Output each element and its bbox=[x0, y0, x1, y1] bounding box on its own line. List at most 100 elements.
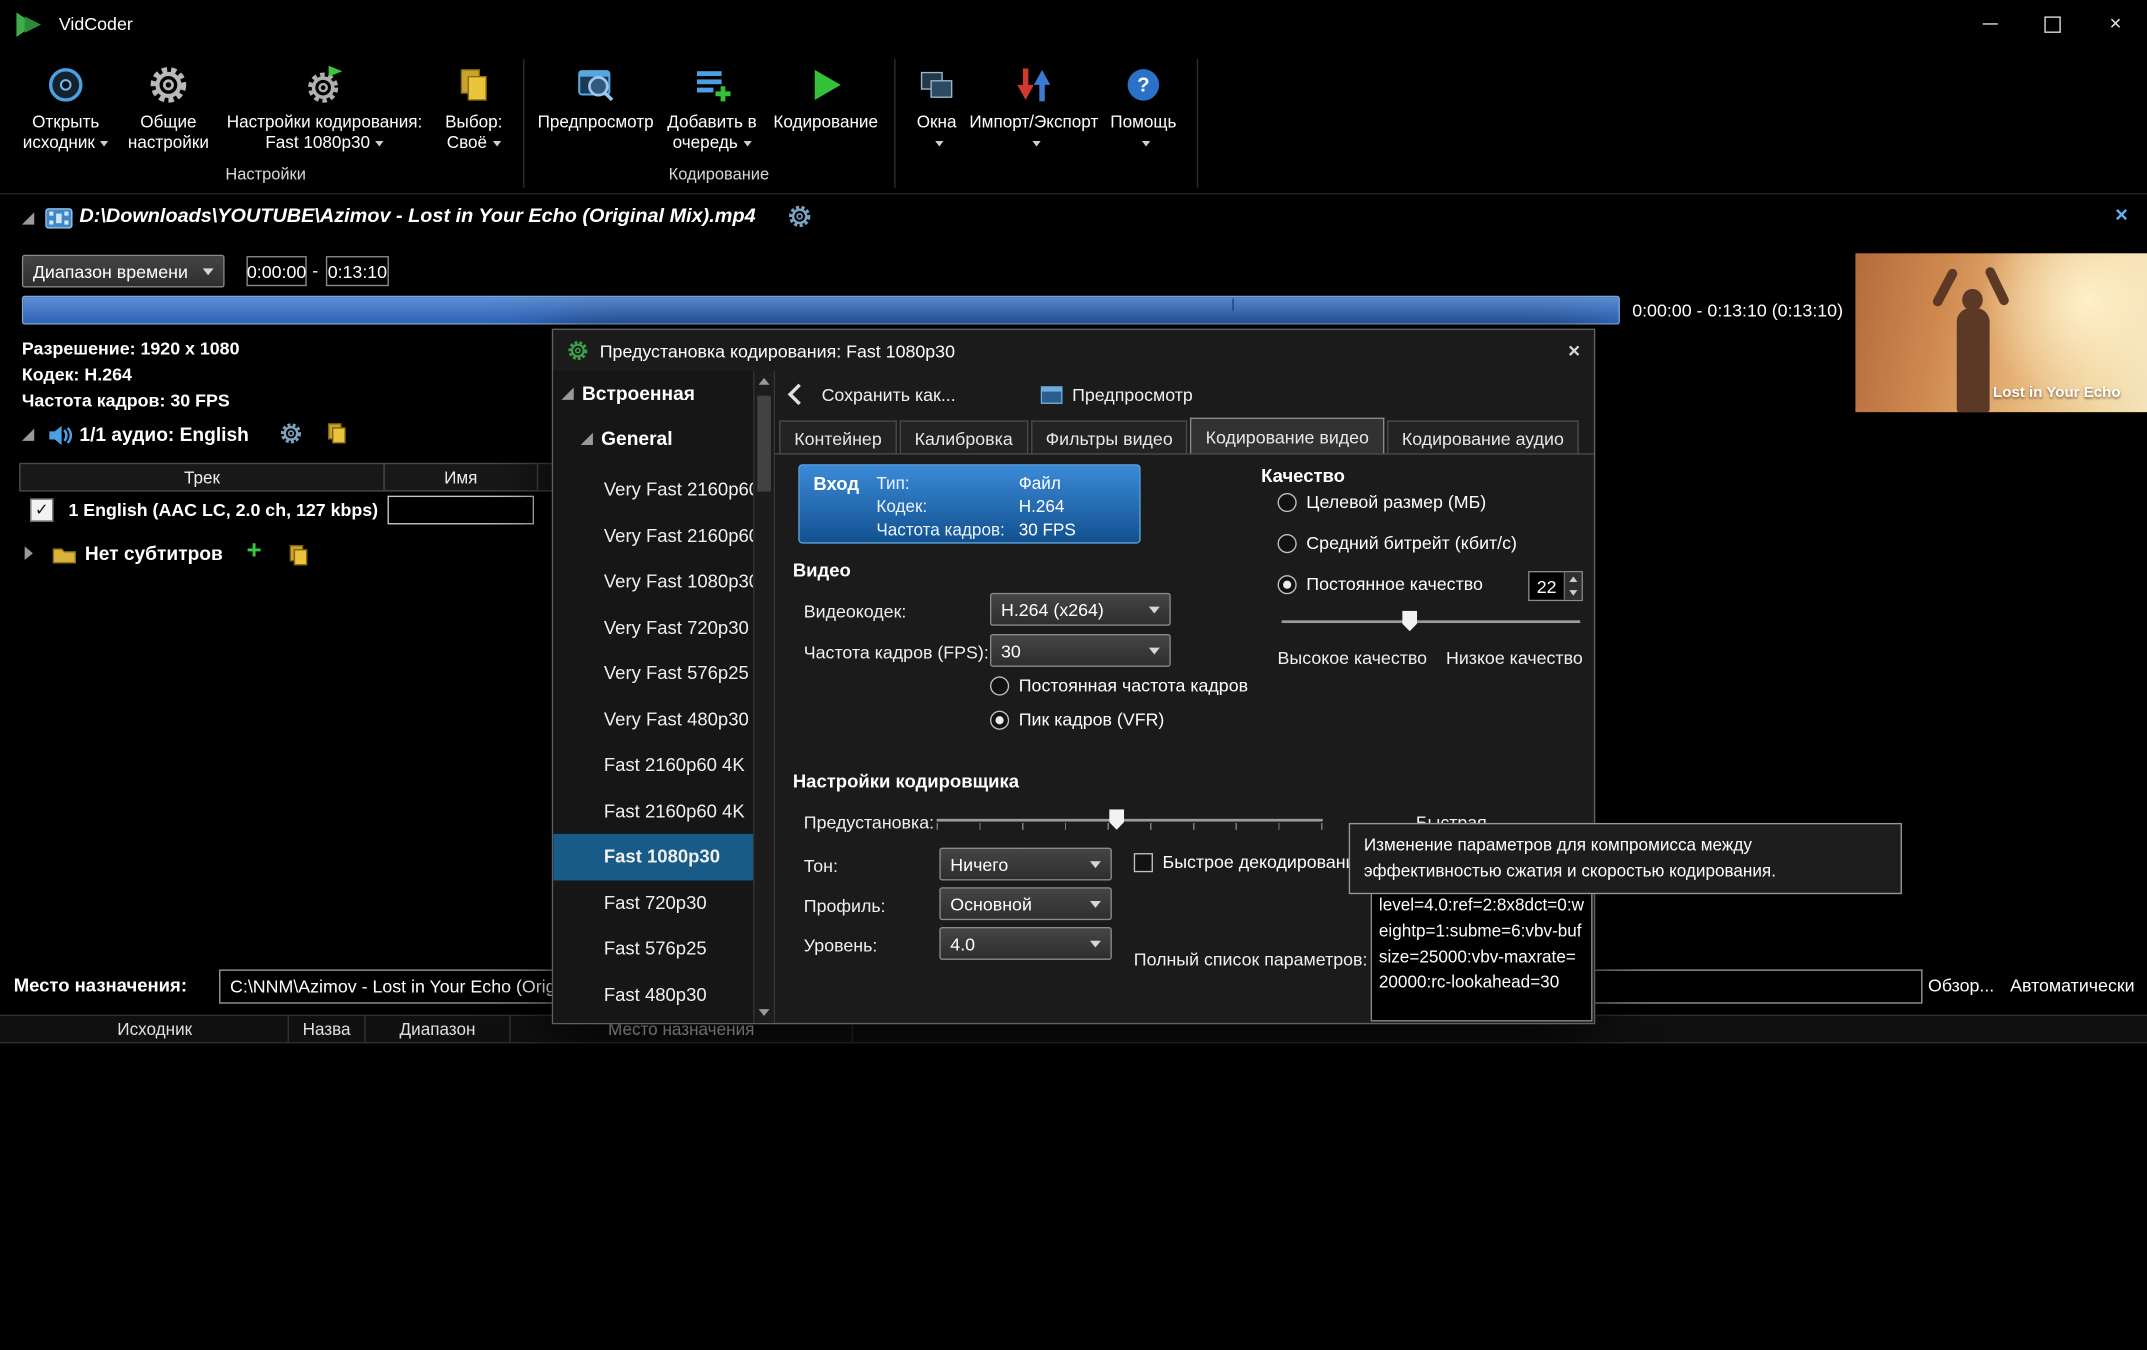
quality-heading: Качество bbox=[1261, 466, 1345, 487]
close-source-icon[interactable]: × bbox=[2115, 204, 2128, 229]
preset-tree-item[interactable]: Very Fast 2160p60 bbox=[553, 513, 753, 559]
scroll-down-icon[interactable] bbox=[759, 1009, 770, 1016]
tree-root-builtin[interactable]: Встроенная bbox=[561, 382, 695, 404]
level-dropdown[interactable]: 4.0 bbox=[939, 927, 1112, 960]
preset-tree-item[interactable]: Very Fast 480p30 bbox=[553, 696, 753, 742]
range-mode-dropdown[interactable]: Диапазон времени bbox=[22, 255, 225, 288]
preset-tree-item[interactable]: Very Fast 1080p30 bbox=[553, 559, 753, 605]
preset-tree-item[interactable]: Fast 720p30 bbox=[553, 880, 753, 926]
preview-thumbnail[interactable]: Lost in Your Echo bbox=[1855, 253, 2147, 412]
preset-tree-item[interactable]: Fast 2160p60 4K bbox=[553, 788, 753, 834]
source-expander-icon[interactable] bbox=[22, 212, 34, 224]
profile-label: Профиль: bbox=[804, 896, 886, 917]
scroll-up-icon[interactable] bbox=[759, 378, 770, 385]
radio-target-size[interactable]: Целевой размер (МБ) bbox=[1278, 492, 1487, 513]
seek-range-bar[interactable] bbox=[22, 296, 1620, 325]
range-end-input[interactable]: 0:13:10 bbox=[326, 256, 389, 286]
video-fps-label: Частота кадров (FPS): bbox=[804, 642, 989, 663]
dropdown-arrow-icon bbox=[935, 141, 943, 146]
windows-menu-button[interactable]: Окна bbox=[904, 55, 970, 154]
profile-dropdown[interactable]: Основной bbox=[939, 887, 1112, 920]
fast-decode-checkbox[interactable]: Быстрое декодирование bbox=[1134, 852, 1366, 873]
video-codec-dropdown[interactable]: H.264 (x264) bbox=[990, 593, 1171, 626]
destination-label: Место назначения: bbox=[14, 975, 187, 996]
tree-scrollbar[interactable] bbox=[753, 371, 774, 1023]
source-settings-gear-icon[interactable] bbox=[787, 204, 812, 229]
spinner-arrows[interactable] bbox=[1564, 572, 1582, 599]
column-track[interactable]: Трек bbox=[21, 464, 385, 490]
figure-arm bbox=[1931, 267, 1959, 308]
preview-button[interactable]: Предпросмотр bbox=[533, 55, 659, 133]
dialog-preview-icon bbox=[1041, 385, 1063, 403]
radio-vfr[interactable]: Пик кадров (VFR) bbox=[990, 709, 1164, 730]
vidcoder-logo-icon bbox=[14, 10, 47, 37]
range-dash: - bbox=[312, 260, 318, 281]
dialog-tab[interactable]: Кодирование видео bbox=[1191, 418, 1384, 455]
preset-tree-item[interactable]: Fast 576p25 bbox=[553, 926, 753, 972]
import-export-arrows-icon bbox=[1013, 58, 1054, 113]
close-button[interactable]: × bbox=[2084, 0, 2147, 48]
preset-tree-item[interactable]: Very Fast 720p30 bbox=[553, 605, 753, 651]
general-settings-button[interactable]: Общие настройки bbox=[120, 55, 216, 154]
scrollbar-thumb[interactable] bbox=[757, 396, 771, 492]
preset-tree-item[interactable]: Fast 2160p60 4K bbox=[553, 742, 753, 788]
tune-dropdown[interactable]: Ничего bbox=[939, 848, 1112, 881]
encoder-preset-slider[interactable] bbox=[937, 808, 1323, 833]
slider-thumb[interactable] bbox=[1402, 611, 1417, 632]
video-fps-dropdown[interactable]: 30 bbox=[990, 634, 1171, 667]
play-icon bbox=[805, 58, 846, 113]
dialog-preview-button[interactable]: Предпросмотр bbox=[1072, 384, 1193, 405]
preset-tree-item[interactable]: Fast 1080p30 bbox=[553, 834, 753, 880]
back-button[interactable] bbox=[786, 382, 802, 407]
browse-button[interactable]: Обзор... bbox=[1928, 975, 1994, 996]
subtitles-copy-icon[interactable] bbox=[288, 544, 310, 566]
dialog-close-icon[interactable]: × bbox=[1568, 339, 1580, 362]
dialog-tab[interactable]: Калибровка bbox=[900, 420, 1028, 454]
preset-tree-item[interactable]: Very Fast 576p25 bbox=[553, 650, 753, 696]
auto-name-button[interactable]: Автоматически bbox=[2010, 975, 2134, 996]
dialog-title-bar[interactable]: Предустановка кодирования: Fast 1080p30 … bbox=[553, 330, 1594, 371]
tree-group-general[interactable]: General bbox=[581, 427, 673, 449]
params-textarea[interactable]: level=4.0:ref=2:8x8dct=0:weightp=1:subme… bbox=[1371, 889, 1593, 1022]
radio-cfr[interactable]: Постоянная частота кадров bbox=[990, 675, 1248, 696]
radio-constant-quality[interactable]: Постоянное качество bbox=[1278, 574, 1483, 595]
add-to-queue-button[interactable]: Добавить в очередь bbox=[659, 55, 766, 154]
encoding-settings-gear-icon bbox=[304, 58, 345, 113]
dropdown-arrow-icon bbox=[375, 141, 383, 146]
spin-down-icon[interactable] bbox=[1569, 590, 1577, 595]
column-name[interactable]: Имя bbox=[385, 464, 538, 490]
dialog-tab[interactable]: Контейнер bbox=[779, 420, 897, 454]
encoding-settings-button[interactable]: Настройки кодирования: Fast 1080p30 bbox=[216, 55, 432, 154]
tree-expander-icon bbox=[581, 432, 593, 444]
track-checkbox[interactable]: ✓ bbox=[30, 498, 53, 521]
queue-column-header[interactable]: Исходник bbox=[22, 1016, 289, 1042]
help-button[interactable]: ? Помощь bbox=[1098, 55, 1188, 154]
gear-icon bbox=[148, 58, 189, 113]
radio-avg-bitrate[interactable]: Средний битрейт (кбит/с) bbox=[1278, 533, 1517, 554]
subtitles-label: Нет субтитров bbox=[85, 542, 223, 564]
subtitles-expander-icon[interactable] bbox=[25, 546, 33, 560]
dialog-tabs: КонтейнерКалибровкаФильтры видеоКодирова… bbox=[779, 418, 1582, 455]
track-name-input[interactable] bbox=[388, 496, 535, 525]
add-subtitle-icon[interactable]: + bbox=[246, 538, 261, 564]
open-source-button[interactable]: Открыть исходник bbox=[11, 55, 121, 154]
preset-picker-button[interactable]: Выбор: Своё bbox=[433, 55, 515, 154]
minimize-button[interactable] bbox=[1958, 0, 2021, 48]
encode-button[interactable]: Кодирование bbox=[765, 55, 885, 133]
preset-tree-item[interactable]: Fast 480p30 bbox=[553, 972, 753, 1018]
dialog-tab[interactable]: Фильтры видео bbox=[1031, 420, 1188, 454]
audio-settings-gear-icon[interactable] bbox=[279, 422, 302, 445]
queue-column-header[interactable]: Диапазон bbox=[366, 1016, 511, 1042]
audio-copy-icon[interactable] bbox=[326, 422, 348, 444]
dialog-tab[interactable]: Кодирование аудио bbox=[1387, 420, 1579, 454]
spin-up-icon[interactable] bbox=[1569, 576, 1577, 581]
preset-tree-item[interactable]: Very Fast 2160p60 bbox=[553, 467, 753, 513]
maximize-button[interactable] bbox=[2021, 0, 2084, 48]
quality-value-spinner[interactable]: 22 bbox=[1528, 571, 1583, 601]
queue-column-header[interactable]: Назва bbox=[289, 1016, 366, 1042]
audio-expander-icon[interactable] bbox=[22, 429, 34, 441]
range-start-input[interactable]: 0:00:00 bbox=[246, 256, 306, 286]
save-as-button[interactable]: Сохранить как... bbox=[822, 384, 956, 405]
import-export-button[interactable]: Импорт/Экспорт bbox=[969, 55, 1098, 154]
quality-slider[interactable] bbox=[1282, 609, 1581, 634]
